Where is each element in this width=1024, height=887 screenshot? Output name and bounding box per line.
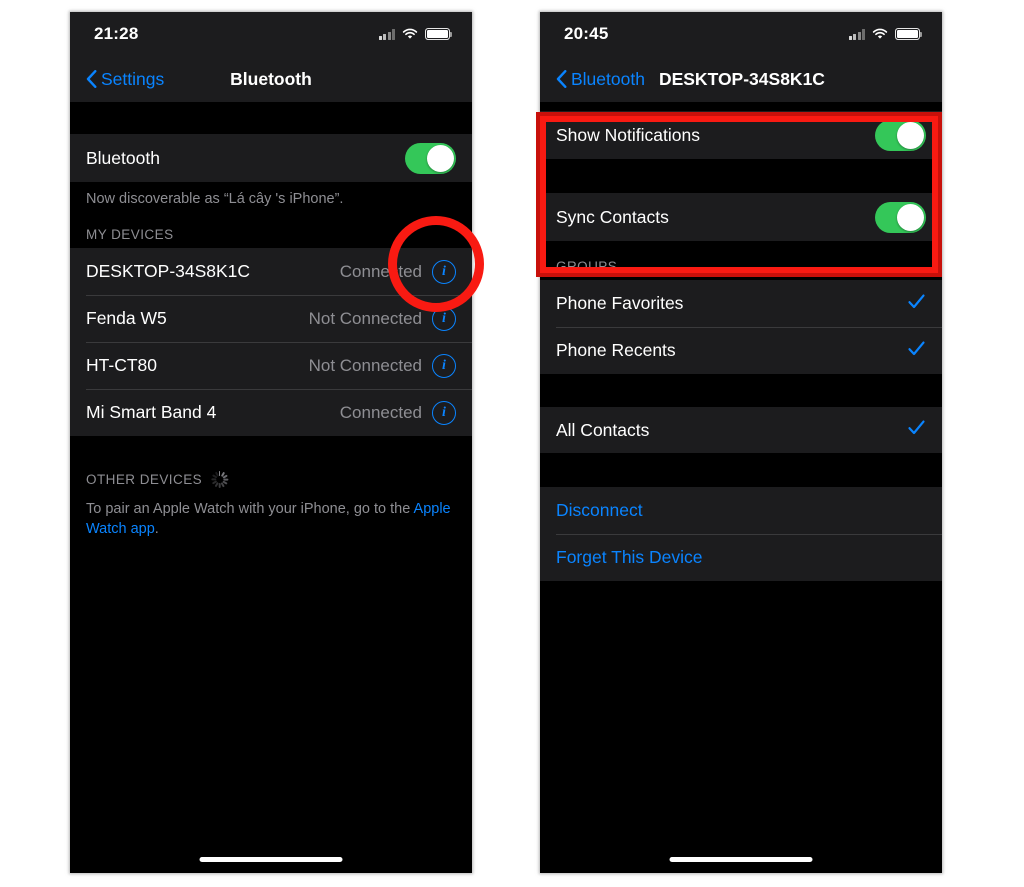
- device-name: Fenda W5: [86, 308, 167, 328]
- back-button-bluetooth[interactable]: Bluetooth: [556, 69, 645, 90]
- wifi-icon: [402, 28, 418, 40]
- all-contacts-label: All Contacts: [556, 419, 650, 440]
- back-button-settings[interactable]: Settings: [86, 69, 164, 90]
- left-phone-screen: 21:28 Settings Bluetooth Bluetooth Now d…: [70, 12, 472, 873]
- group-row-phone-favorites[interactable]: Phone Favorites: [540, 280, 942, 327]
- my-devices-list: DESKTOP-34S8K1C Connected i Fenda W5 Not…: [70, 248, 472, 436]
- spacer: [540, 241, 942, 253]
- group-row-phone-recents[interactable]: Phone Recents: [540, 327, 942, 374]
- bluetooth-label: Bluetooth: [86, 147, 160, 168]
- apple-watch-note: To pair an Apple Watch with your iPhone,…: [70, 492, 472, 540]
- chevron-left-icon: [556, 70, 567, 88]
- device-name: Mi Smart Band 4: [86, 402, 217, 422]
- device-status: Not Connected: [308, 308, 422, 328]
- device-status: Not Connected: [308, 355, 422, 375]
- status-time: 21:28: [94, 24, 139, 43]
- back-button-label: Bluetooth: [571, 68, 645, 89]
- spacer: [540, 453, 942, 487]
- status-bar: 20:45: [540, 12, 942, 56]
- back-button-label: Settings: [101, 68, 165, 89]
- apple-watch-note-prefix: To pair an Apple Watch with your iPhone,…: [86, 501, 414, 517]
- disconnect-button[interactable]: Disconnect: [540, 487, 942, 534]
- home-indicator[interactable]: [669, 857, 813, 862]
- forget-this-device-button[interactable]: Forget This Device: [540, 534, 942, 581]
- device-row-fenda-w5[interactable]: Fenda W5 Not Connected i: [70, 295, 472, 342]
- device-status: Connected: [339, 261, 422, 281]
- home-indicator[interactable]: [199, 857, 343, 862]
- groups-list: Phone Favorites Phone Recents: [540, 280, 942, 374]
- sync-contacts-toggle[interactable]: [875, 201, 926, 233]
- navigation-bar: Bluetooth DESKTOP-34S8K1C: [540, 56, 942, 102]
- sync-contacts-row[interactable]: Sync Contacts: [540, 193, 942, 241]
- cellular-signal-icon: [378, 28, 395, 40]
- status-icons: [378, 28, 453, 40]
- wifi-icon: [872, 28, 888, 40]
- battery-icon: [895, 28, 923, 40]
- device-status: Connected: [339, 402, 422, 422]
- show-notifications-toggle[interactable]: [875, 119, 926, 151]
- info-icon[interactable]: i: [432, 259, 456, 284]
- status-bar: 21:28: [70, 12, 472, 56]
- other-devices-header-row: OTHER DEVICES: [70, 466, 472, 492]
- bluetooth-toggle[interactable]: [405, 142, 456, 174]
- group-label: Phone Recents: [556, 340, 676, 360]
- forget-this-device-label: Forget This Device: [556, 547, 703, 567]
- chevron-left-icon: [86, 70, 97, 88]
- screenshot-stage: 21:28 Settings Bluetooth Bluetooth Now d…: [0, 0, 1024, 887]
- apple-watch-note-suffix: .: [154, 520, 159, 537]
- checkmark-icon: [907, 292, 926, 316]
- show-notifications-label: Show Notifications: [556, 124, 700, 145]
- info-icon[interactable]: i: [432, 306, 456, 331]
- my-devices-header: MY DEVICES: [70, 222, 472, 248]
- spacer: [70, 436, 472, 466]
- status-time: 20:45: [564, 24, 609, 43]
- group-label: Phone Favorites: [556, 293, 684, 313]
- device-name: DESKTOP-34S8K1C: [86, 261, 251, 281]
- groups-header: GROUPS: [540, 253, 942, 280]
- discoverable-note: Now discoverable as “Lá cây 's iPhone”.: [70, 182, 472, 222]
- spacer: [70, 102, 472, 134]
- disconnect-label: Disconnect: [556, 500, 643, 520]
- spacer: [540, 374, 942, 407]
- bluetooth-toggle-row[interactable]: Bluetooth: [70, 134, 472, 182]
- show-notifications-row[interactable]: Show Notifications: [540, 111, 942, 159]
- all-contacts-row[interactable]: All Contacts: [540, 407, 942, 453]
- other-devices-header: OTHER DEVICES: [86, 471, 203, 487]
- checkmark-icon: [907, 339, 926, 363]
- loading-spinner-icon: [211, 470, 229, 488]
- info-icon[interactable]: i: [432, 400, 456, 425]
- info-icon[interactable]: i: [432, 353, 456, 378]
- device-row-ht-ct80[interactable]: HT-CT80 Not Connected i: [70, 342, 472, 389]
- battery-icon: [425, 28, 453, 40]
- status-icons: [848, 28, 923, 40]
- device-row-desktop-34s8k1c[interactable]: DESKTOP-34S8K1C Connected i: [70, 248, 472, 295]
- checkmark-icon: [907, 418, 926, 442]
- right-phone-screen: 20:45 Bluetooth DESKTOP-34S8K1C Show Not…: [540, 12, 942, 873]
- spacer: [540, 159, 942, 193]
- sync-contacts-label: Sync Contacts: [556, 206, 669, 227]
- page-title: DESKTOP-34S8K1C: [658, 68, 825, 89]
- spacer: [540, 102, 942, 111]
- navigation-bar: Settings Bluetooth: [70, 56, 472, 102]
- device-name: HT-CT80: [86, 355, 157, 375]
- cellular-signal-icon: [848, 28, 865, 40]
- device-row-mi-smart-band-4[interactable]: Mi Smart Band 4 Connected i: [70, 389, 472, 436]
- device-actions-list: Disconnect Forget This Device: [540, 487, 942, 581]
